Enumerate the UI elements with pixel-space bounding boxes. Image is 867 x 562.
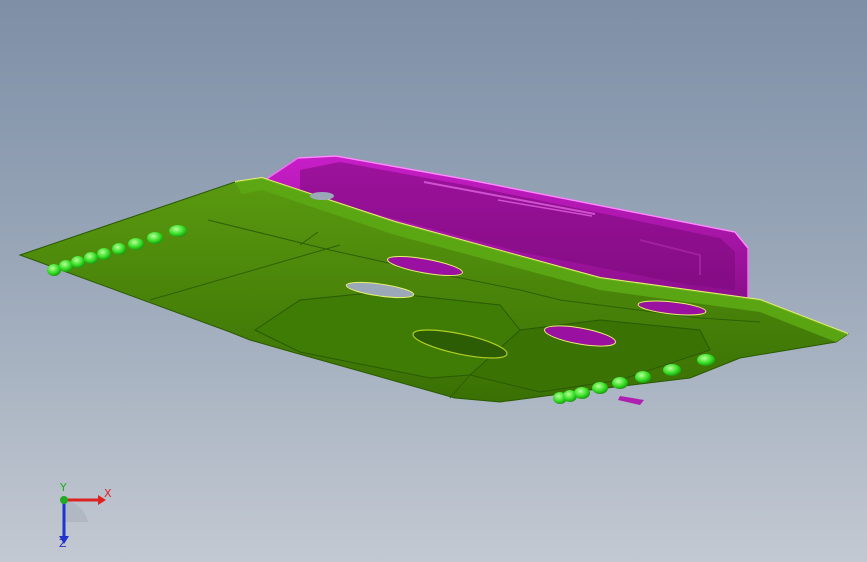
part-model[interactable] xyxy=(0,0,867,562)
axis-triad: X Y Z xyxy=(44,478,124,550)
x-axis-label: X xyxy=(104,487,112,500)
z-axis-label: Z xyxy=(59,537,67,550)
triad-graphic xyxy=(59,495,106,544)
y-axis-label: Y xyxy=(60,481,67,494)
lower-tab xyxy=(618,396,644,405)
y-axis-point xyxy=(60,496,68,504)
cad-graphics-viewport[interactable]: X Y Z xyxy=(0,0,867,562)
